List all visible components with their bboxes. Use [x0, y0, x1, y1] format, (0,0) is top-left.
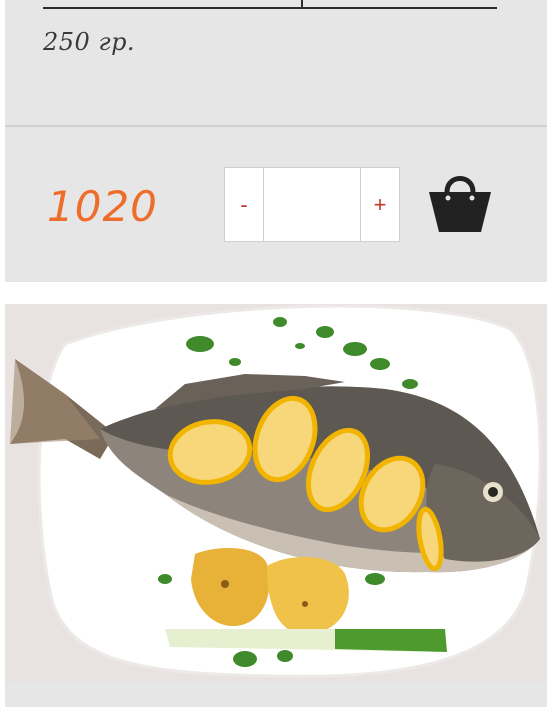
fish-dish-image [5, 304, 547, 682]
title-underline [43, 0, 497, 9]
card-divider [5, 125, 547, 127]
product-price: 1020 [47, 182, 158, 231]
increase-quantity-button[interactable]: + [360, 168, 399, 241]
product-photo[interactable] [5, 304, 547, 682]
title-underline-tick [301, 0, 303, 9]
decrease-quantity-button[interactable]: - [225, 168, 264, 241]
product-weight: 250 гр. [43, 28, 136, 56]
card-gap [0, 282, 547, 304]
add-to-cart-button[interactable] [425, 168, 495, 236]
product-card-info: 250 гр. 1020 - + [5, 0, 547, 282]
next-card-top [5, 682, 547, 707]
shopping-bag-icon [429, 176, 491, 232]
quantity-input[interactable] [264, 168, 360, 241]
quantity-stepper: - + [224, 167, 400, 242]
